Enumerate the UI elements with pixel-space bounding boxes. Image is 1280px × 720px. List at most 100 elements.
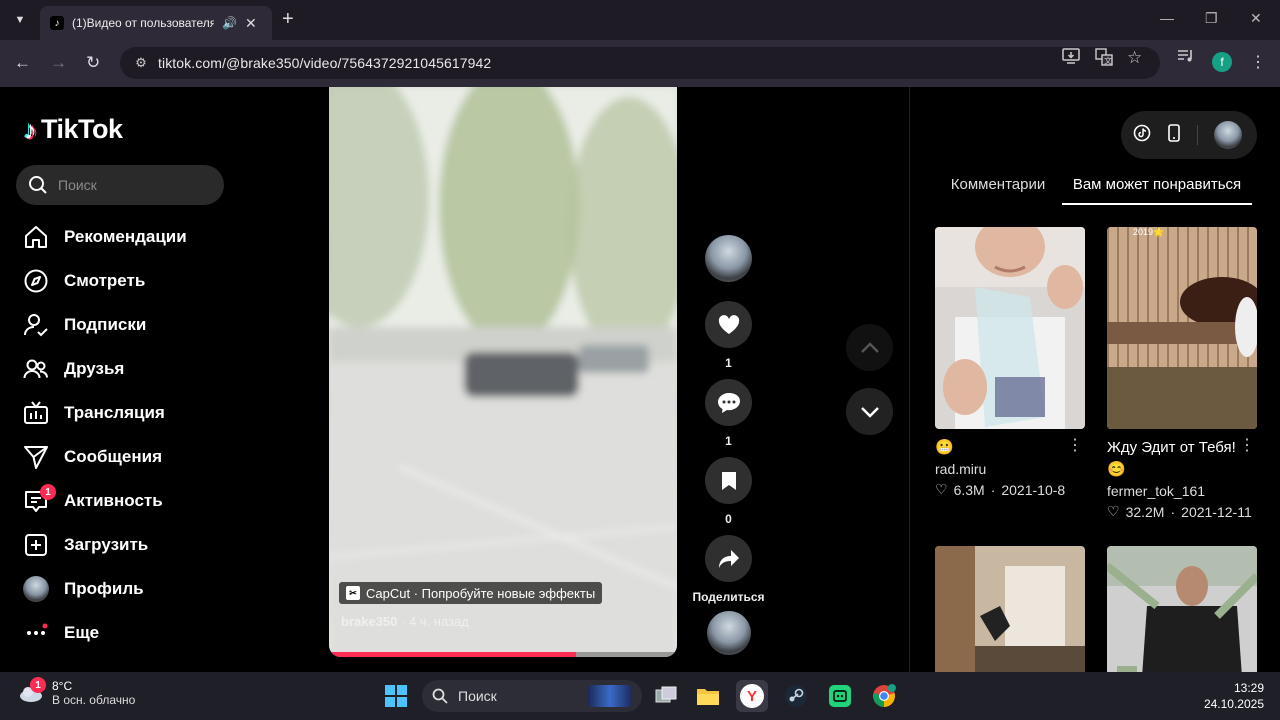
card-meta: ♡ 6.3M · 2021-10-8 <box>935 481 1085 498</box>
back-arrow-icon[interactable]: ← <box>14 52 31 74</box>
card-more-icon[interactable]: ⋮ <box>1239 435 1255 455</box>
tiktok-logo[interactable]: ♪ TikTok <box>24 114 123 145</box>
steam-icon <box>785 685 807 707</box>
right-panel-tabs: Комментарии Вам может понравиться <box>934 165 1252 205</box>
bookmark-star-icon[interactable]: ☆ <box>1127 48 1142 68</box>
video-thumbnail[interactable] <box>935 227 1085 429</box>
tiktok-view-icon[interactable] <box>1133 124 1151 147</box>
recommended-video-card[interactable]: 2019🌟 Жду Эдит от Тебя! 😊 fermer_tok_161… <box>1107 227 1257 520</box>
right-panel: Комментарии Вам может понравиться 😬 rad.… <box>909 87 1280 672</box>
clock-time: 13:29 <box>1233 681 1264 695</box>
video-thumbnail[interactable]: 2019🌟 <box>1107 227 1257 429</box>
card-author[interactable]: fermer_tok_161 <box>1107 483 1257 499</box>
nav-item-upload[interactable]: Загрузить <box>22 527 242 563</box>
yandex-browser-button[interactable]: Y <box>736 680 768 712</box>
reload-icon[interactable]: ↻ <box>86 52 100 74</box>
app-button[interactable] <box>824 680 856 712</box>
nav-item-profile[interactable]: Профиль <box>22 571 242 607</box>
tab-you-may-like[interactable]: Вам может понравиться <box>1062 165 1252 205</box>
comment-count: 1 <box>725 434 732 448</box>
close-window-icon[interactable]: ✕ <box>1250 10 1262 27</box>
video-thumbnail[interactable] <box>1107 546 1257 672</box>
next-video-button[interactable] <box>846 388 893 435</box>
minimize-icon[interactable]: — <box>1160 10 1174 26</box>
heart-outline-icon: ♡ <box>1107 503 1120 519</box>
comment-button[interactable]: 1 <box>705 379 752 448</box>
music-disc-button[interactable] <box>705 611 752 655</box>
user-avatar[interactable] <box>1214 121 1242 149</box>
weather-widget[interactable]: 1 8°C В осн. облачно <box>18 677 135 707</box>
recommended-video-card[interactable] <box>935 546 1085 672</box>
recommended-video-card[interactable]: 😬 rad.miru ♡ 6.3M · 2021-10-8 ⋮ <box>935 227 1085 498</box>
search-input[interactable] <box>58 177 208 193</box>
media-controls-icon[interactable] <box>1177 48 1195 68</box>
search-icon <box>432 688 448 704</box>
nav-item-following[interactable]: Подписки <box>22 307 242 343</box>
site-settings-icon[interactable]: ⚙ <box>132 54 150 72</box>
card-meta: ♡ 32.2M · 2021-12-11 <box>1107 503 1257 520</box>
url-text[interactable]: tiktok.com/@brake350/video/7564372921045… <box>158 55 491 71</box>
nav-item-activity[interactable]: 1 Активность <box>22 483 242 519</box>
video-author[interactable]: brake350 <box>341 614 397 629</box>
like-button[interactable]: 1 <box>705 301 752 370</box>
weather-badge: 1 <box>30 677 46 693</box>
nav-label: Друзья <box>64 359 125 378</box>
card-likes: 32.2M <box>1125 503 1165 520</box>
nav-item-recommendations[interactable]: Рекомендации <box>22 219 242 255</box>
activity-icon: 1 <box>22 484 56 515</box>
system-clock[interactable]: 13:29 24.10.2025 <box>1204 680 1264 712</box>
restore-icon[interactable]: ❐ <box>1205 10 1218 27</box>
video-progress-bar[interactable] <box>329 652 677 657</box>
clock-date: 24.10.2025 <box>1203 697 1264 711</box>
taskbar-search[interactable]: Поиск <box>422 680 642 712</box>
task-view-button[interactable] <box>650 680 682 712</box>
nav-item-friends[interactable]: Друзья <box>22 351 242 387</box>
address-bar[interactable]: ⚙ tiktok.com/@brake350/video/75643729210… <box>120 47 1160 79</box>
capcut-effect-banner[interactable]: ✂ CapCut · Попробуйте новые эффекты <box>339 582 603 604</box>
activity-badge: 1 <box>40 484 56 500</box>
nav-item-messages[interactable]: Сообщения <box>22 439 242 475</box>
previous-video-button[interactable] <box>846 324 893 371</box>
browser-profile-avatar[interactable]: f <box>1212 52 1232 72</box>
card-more-icon[interactable]: ⋮ <box>1067 435 1083 455</box>
browser-tab[interactable]: ♪ (1)Видео от пользователя 🔊 ✕ <box>40 6 272 40</box>
compass-icon <box>22 267 50 295</box>
share-button[interactable]: Поделиться <box>690 535 767 604</box>
cloud-icon: 1 <box>18 677 46 703</box>
speaker-icon[interactable]: 🔊 <box>222 16 237 30</box>
recommended-video-card[interactable] <box>1107 546 1257 672</box>
start-button[interactable] <box>380 680 412 712</box>
install-app-icon[interactable] <box>1062 48 1080 68</box>
chrome-button[interactable] <box>868 680 900 712</box>
translate-icon[interactable]: 文 <box>1095 48 1113 70</box>
forward-arrow-icon[interactable]: → <box>50 52 67 74</box>
video-author-line: brake350 · 4 ч. назад <box>341 614 469 629</box>
tab-list-chevron-icon[interactable]: ▼ <box>8 8 32 32</box>
save-count: 0 <box>725 512 732 526</box>
video-player[interactable]: ✂ CapCut · Попробуйте новые эффекты brak… <box>329 87 677 657</box>
tab-comments[interactable]: Комментарии <box>934 165 1062 205</box>
music-disc-icon <box>706 611 751 655</box>
steam-button[interactable] <box>780 680 812 712</box>
share-icon <box>718 549 739 568</box>
card-author[interactable]: rad.miru <box>935 461 1085 477</box>
meta-separator: · <box>1170 503 1176 520</box>
nav-item-explore[interactable]: Смотреть <box>22 263 242 299</box>
video-thumbnail[interactable] <box>935 546 1085 672</box>
chevron-up-icon <box>860 341 879 353</box>
creator-avatar-button[interactable] <box>705 235 752 282</box>
pill-divider <box>1197 125 1198 145</box>
nav-item-live[interactable]: Трансляция <box>22 395 242 431</box>
file-explorer-button[interactable] <box>692 680 724 712</box>
following-icon <box>22 311 50 339</box>
save-button[interactable]: 0 <box>705 457 752 526</box>
search-box[interactable] <box>16 165 224 205</box>
browser-menu-icon[interactable]: ⋮ <box>1250 52 1266 72</box>
bookmark-icon <box>721 471 736 490</box>
mobile-view-icon[interactable] <box>1167 123 1181 147</box>
chrome-icon <box>873 684 896 707</box>
close-tab-icon[interactable]: ✕ <box>245 15 257 32</box>
new-tab-icon[interactable]: + <box>282 9 294 29</box>
browser-toolbar: ← → ↻ ⚙ tiktok.com/@brake350/video/75643… <box>0 40 1280 87</box>
nav-item-more[interactable]: Еще <box>22 615 242 651</box>
